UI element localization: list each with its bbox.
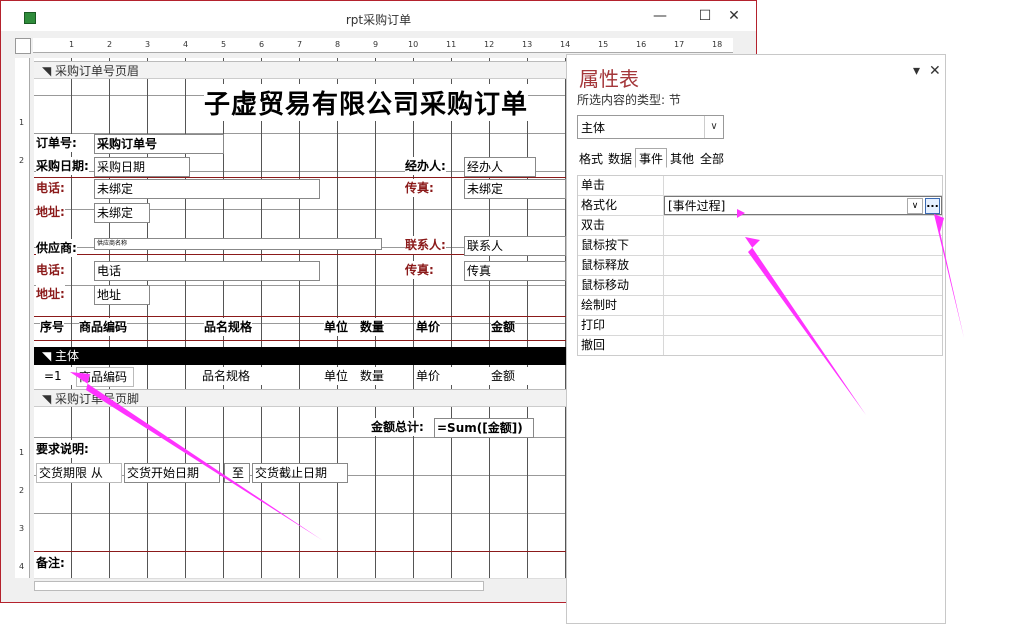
annotation-arrows [70, 209, 964, 540]
annotation-arrow-event [745, 237, 866, 415]
annotation-arrow-builder [934, 214, 964, 338]
annotation-arrow-small [737, 209, 745, 218]
annotation-arrow-detail [70, 372, 322, 540]
